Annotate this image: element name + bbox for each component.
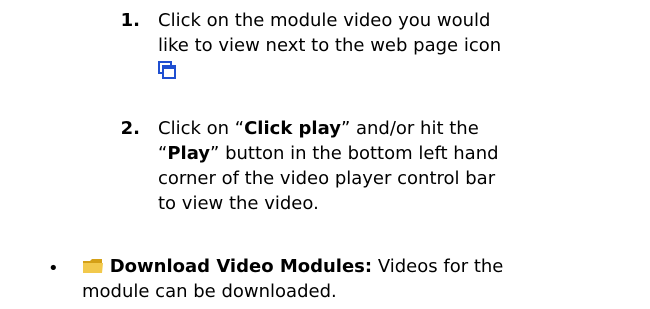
step-2-text: Click on “Click play” and/or hit the “Pl… <box>158 116 499 216</box>
download-video-modules-item: Download Video Modules: Videos for the <box>82 254 503 282</box>
step-2-number: 2. <box>120 118 140 139</box>
step-2: 2. Click on “Click play” and/or hit the … <box>0 0 650 240</box>
download-video-modules-title: Download Video Modules: <box>109 256 373 277</box>
download-item-line-1: Download Video Modules: Videos for the <box>82 254 503 282</box>
download-item-text-1: Videos for the <box>372 256 504 277</box>
bullet-dot: • <box>48 258 59 279</box>
download-item-line-2: module can be downloaded. <box>82 281 337 302</box>
step-2-line-2: “Play” button in the bottom left hand <box>158 143 499 164</box>
step-2-line-1: Click on “Click play” and/or hit the <box>158 118 479 139</box>
step-2-line-3: corner of the video player control bar <box>158 168 496 189</box>
click-play-label: Click play <box>244 118 341 139</box>
step-2-line-4: to view the video. <box>158 193 319 214</box>
play-label: Play <box>167 143 211 164</box>
